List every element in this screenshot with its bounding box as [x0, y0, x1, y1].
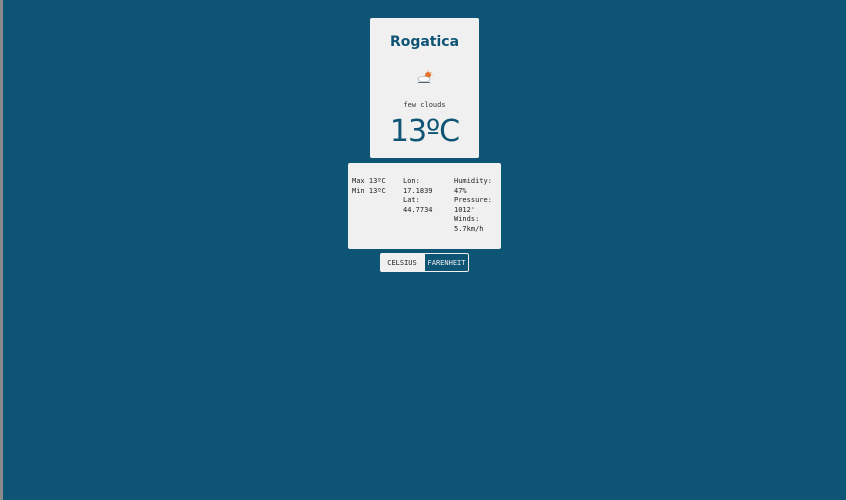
few-clouds-icon: [417, 70, 433, 83]
winds-value: 5.7km/h: [454, 224, 484, 233]
details-card: Max 13ºC Min 13ºC Lon: 17.1839 Lat: 44.7…: [348, 163, 501, 249]
celsius-button[interactable]: CELSIUS: [380, 253, 424, 272]
coordinates-column: Lon: 17.1839 Lat: 44.7734: [403, 177, 449, 215]
current-temperature: 13ºC: [389, 114, 460, 149]
lat-label: Lat:: [403, 196, 420, 205]
lon-value: 17.1839: [403, 186, 433, 195]
humidity-value: 47%: [454, 186, 467, 195]
window-left-edge: [0, 0, 3, 500]
min-max-column: Max 13ºC Min 13ºC: [352, 177, 398, 196]
humidity-label: Humidity:: [454, 177, 492, 185]
max-temperature: Max 13ºC: [352, 177, 386, 185]
city-name: Rogatica: [389, 34, 460, 50]
conditions-column: Humidity: 47% Pressure: 1012' Winds: 5.7…: [454, 177, 500, 235]
min-temperature: Min 13ºC: [352, 186, 386, 195]
pressure-value: 1012': [454, 205, 476, 214]
lon-label: Lon:: [403, 177, 420, 185]
winds-label: Winds:: [454, 215, 480, 224]
weather-description: few clouds: [403, 101, 446, 109]
lat-value: 44.7734: [403, 205, 433, 214]
unit-toggle: CELSIUS FARENHEIT: [380, 253, 469, 272]
weather-card: Rogatica few clouds 13ºC: [370, 18, 479, 158]
fahrenheit-button[interactable]: FARENHEIT: [424, 253, 469, 272]
pressure-label: Pressure:: [454, 196, 492, 205]
